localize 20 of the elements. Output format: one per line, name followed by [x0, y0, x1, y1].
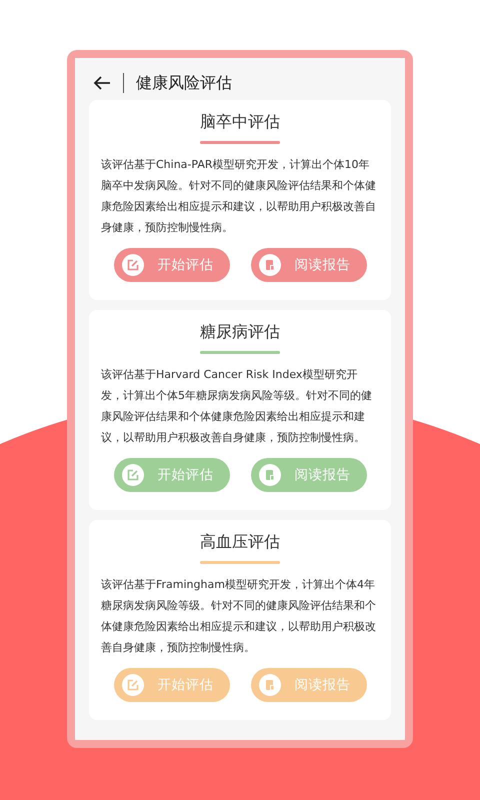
- card-description: 该评估基于China-PAR模型研究开发，计算出个体10年脑卒中发病风险。针对不同的健康风险评估结果和个体健康危险因素给出相应提示和建议，以帮助用户积极改善自身健康，预防控制慢性病。: [101, 157, 377, 236]
- edit-icon: [122, 254, 144, 276]
- card-title: 糖尿病评估: [200, 322, 280, 343]
- document-icon: [258, 254, 280, 276]
- back-icon[interactable]: [93, 76, 111, 90]
- document-icon: [258, 464, 280, 486]
- edit-icon: [122, 674, 144, 696]
- page-title: 健康风险评估: [136, 72, 232, 94]
- read-report-button[interactable]: 阅读报告: [250, 248, 366, 282]
- start-assessment-button[interactable]: 开始评估: [114, 458, 230, 492]
- edit-icon: [122, 464, 144, 486]
- card-description: 该评估基于Framingham模型研究开发，计算出个体4年糖尿病发病风险等级。针对不同的健康风险评估结果和个体健康危险因素给出相应提示和建议，以帮助用户积极改善自身健康，预防控制慢性病。: [101, 577, 377, 656]
- document-icon: [258, 674, 280, 696]
- card-title: 脑卒中评估: [200, 112, 280, 133]
- read-report-button[interactable]: 阅读报告: [250, 458, 366, 492]
- read-report-button[interactable]: 阅读报告: [250, 668, 366, 702]
- card-description: 该评估基于Harvard Cancer Risk Index模型研究开发，计算出个体5年糖尿病发病风险等级。针对不同的健康风险评估结果和个体健康危险因素给出相应提示和建议，以帮助用户积极改善自身健康，预防控制慢性病。: [101, 367, 373, 446]
- card-title: 高血压评估: [200, 532, 280, 553]
- start-assessment-button[interactable]: 开始评估: [114, 668, 230, 702]
- start-assessment-button[interactable]: 开始评估: [114, 248, 230, 282]
